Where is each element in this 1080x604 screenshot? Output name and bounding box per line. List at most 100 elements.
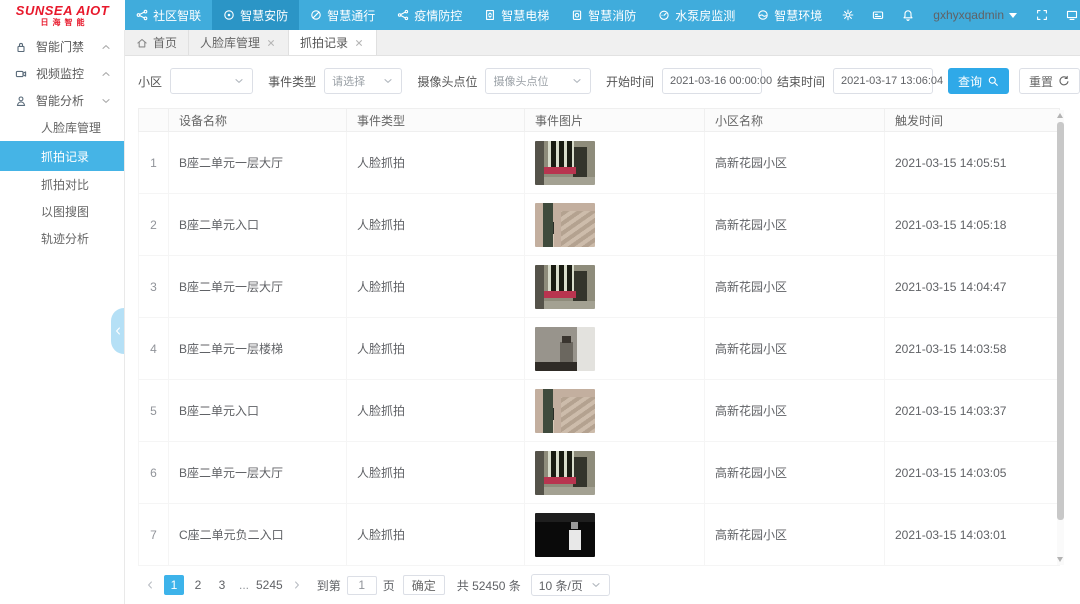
event-image[interactable] (535, 265, 595, 309)
topnav-item-epidemic-control[interactable]: 疫情防控 (386, 0, 473, 30)
user-menu[interactable]: gxhyxqadmin (923, 0, 1027, 30)
row-index: 4 (139, 318, 169, 380)
page-button[interactable]: 5245 (256, 575, 283, 595)
brand-logo: SUNSEA AIOT 日海智能 (0, 0, 125, 30)
page-size-value: 10 条/页 (539, 577, 583, 594)
topnav-item-label: 水泵房监测 (675, 7, 735, 24)
pass-icon (310, 9, 322, 21)
scroll-up-icon[interactable] (1057, 113, 1063, 118)
device-name-cell: B座二单元一层大厅 (169, 442, 347, 504)
card-button[interactable] (863, 9, 893, 21)
sidebar-item[interactable]: 抓拍对比 (0, 171, 124, 198)
close-icon[interactable] (265, 37, 277, 49)
column-header: 触发时间 (885, 109, 1060, 132)
tab[interactable]: 人脸库管理 (189, 30, 289, 55)
row-index: 7 (139, 504, 169, 566)
topnav-item-label: 智慧消防 (588, 7, 636, 24)
expand-button[interactable] (1027, 9, 1057, 21)
main-area: 首页人脸库管理抓拍记录 小区 事件类型 请选择 摄像头点位 摄像头点位 开始时间… (125, 30, 1080, 604)
chevron-up-icon (100, 68, 112, 80)
search-icon (987, 75, 999, 87)
column-header: 小区名称 (705, 109, 885, 132)
bell-button[interactable] (893, 9, 923, 21)
gear-button[interactable] (833, 9, 863, 21)
sidebar-group-smart-analysis[interactable]: 智能分析 (0, 87, 124, 114)
next-page-button[interactable] (285, 579, 309, 591)
goto-confirm-button[interactable]: 确定 (403, 575, 445, 595)
start-time-label: 开始时间 (606, 73, 654, 90)
start-time-input[interactable]: 2021-03-16 00:00:00 (662, 68, 762, 94)
reset-button[interactable]: 重置 (1019, 68, 1080, 94)
pagination: 123...5245 到第 1 页 确定 共 52450 条 10 条/页 (138, 574, 1080, 596)
tab-label: 人脸库管理 (200, 34, 260, 51)
topnav-item-pump-room-monitor[interactable]: 水泵房监测 (647, 0, 746, 30)
community-select[interactable] (170, 68, 253, 94)
device-name-cell: B座二单元一层大厅 (169, 132, 347, 194)
topnav-items: 社区智联智慧安防智慧通行 疫情防控 智慧电梯 智慧消防 水泵房监测智慧环境 (125, 0, 833, 30)
goto-page-label: 到第 (317, 577, 341, 594)
topnav-item-label: 疫情防控 (414, 7, 462, 24)
sidebar-menu: 智能门禁视频监控智能分析人脸库管理抓拍记录抓拍对比以图搜图轨迹分析 (0, 33, 124, 252)
topnav-item-community-iot[interactable]: 社区智联 (125, 0, 212, 30)
topnav-item-label: 智慧电梯 (501, 7, 549, 24)
event-image[interactable] (535, 513, 595, 557)
tabbar: 首页 人脸库管理 抓拍记录 (125, 30, 1080, 56)
scroll-down-icon[interactable] (1057, 557, 1063, 562)
event-image[interactable] (535, 203, 595, 247)
sidebar-item[interactable]: 抓拍记录 (0, 141, 124, 171)
sidebar-collapse-handle[interactable] (111, 308, 124, 354)
trigger-time-cell: 2021-03-15 14:05:18 (885, 194, 1060, 256)
table-row: 5B座二单元入口人脸抓拍高新花园小区2021-03-15 14:03:37 (139, 380, 1060, 442)
close-icon[interactable] (353, 37, 365, 49)
page-button[interactable]: 1 (164, 575, 184, 595)
row-index: 1 (139, 132, 169, 194)
chevron-down-icon (382, 75, 394, 87)
table-row: 2B座二单元入口人脸抓拍高新花园小区2021-03-15 14:05:18 (139, 194, 1060, 256)
sidebar-group-door-access[interactable]: 智能门禁 (0, 33, 124, 60)
start-time-value: 2021-03-16 00:00:00 (670, 75, 772, 87)
tab[interactable]: 首页 (125, 30, 189, 55)
page-size-select[interactable]: 10 条/页 (531, 574, 610, 596)
tab-label: 首页 (153, 34, 177, 51)
camera-select[interactable]: 摄像头点位 (485, 68, 590, 94)
sidebar-item[interactable]: 人脸库管理 (0, 114, 124, 141)
topnav-item-smart-security[interactable]: 智慧安防 (212, 0, 299, 30)
tab[interactable]: 抓拍记录 (289, 30, 377, 55)
sidebar-group-video-monitor[interactable]: 视频监控 (0, 60, 124, 87)
event-type-select[interactable]: 请选择 (324, 68, 402, 94)
topnav-item-smart-pass[interactable]: 智慧通行 (299, 0, 386, 30)
topnav-icon-buttons (833, 0, 923, 30)
event-image[interactable] (535, 327, 595, 371)
community-cell: 高新花园小区 (705, 256, 885, 318)
topnav-item-smart-elevator[interactable]: 智慧电梯 (473, 0, 560, 30)
page-button[interactable]: 3 (212, 575, 232, 595)
topnav-item-smart-fire[interactable]: 智慧消防 (560, 0, 647, 30)
screen-icon (1066, 9, 1078, 21)
scrollbar-thumb[interactable] (1057, 122, 1064, 520)
table-scrollbar[interactable] (1057, 110, 1064, 565)
event-image[interactable] (535, 451, 595, 495)
prev-page-button[interactable] (138, 579, 162, 591)
trigger-time-cell: 2021-03-15 14:03:58 (885, 318, 1060, 380)
bell-icon (902, 9, 914, 21)
event-image-cell (525, 256, 705, 318)
end-time-input[interactable]: 2021-03-17 13:06:04 (833, 68, 933, 94)
topnav-item-smart-environment[interactable]: 智慧环境 (746, 0, 833, 30)
topnav-item-label: 社区智联 (153, 7, 201, 24)
search-button[interactable]: 查询 (948, 68, 1009, 94)
sidebar-item[interactable]: 以图搜图 (0, 198, 124, 225)
screen-button[interactable] (1057, 9, 1080, 21)
goto-page-input[interactable]: 1 (347, 576, 377, 595)
fire-icon (571, 9, 583, 21)
chevron-down-icon (100, 95, 112, 107)
chevron-up-icon (100, 41, 112, 53)
top-bar: SUNSEA AIOT 日海智能 社区智联智慧安防智慧通行 疫情防控 智慧电梯 智慧消… (0, 0, 1080, 30)
event-image[interactable] (535, 389, 595, 433)
event-image[interactable] (535, 141, 595, 185)
sidebar-item[interactable]: 轨迹分析 (0, 225, 124, 252)
page-button[interactable]: 2 (188, 575, 208, 595)
environment-icon (757, 9, 769, 21)
table-row: 7C座二单元负二入口人脸抓拍高新花园小区2021-03-15 14:03:01 (139, 504, 1060, 566)
trigger-time-cell: 2021-03-15 14:04:47 (885, 256, 1060, 318)
event-type-cell: 人脸抓拍 (347, 318, 525, 380)
